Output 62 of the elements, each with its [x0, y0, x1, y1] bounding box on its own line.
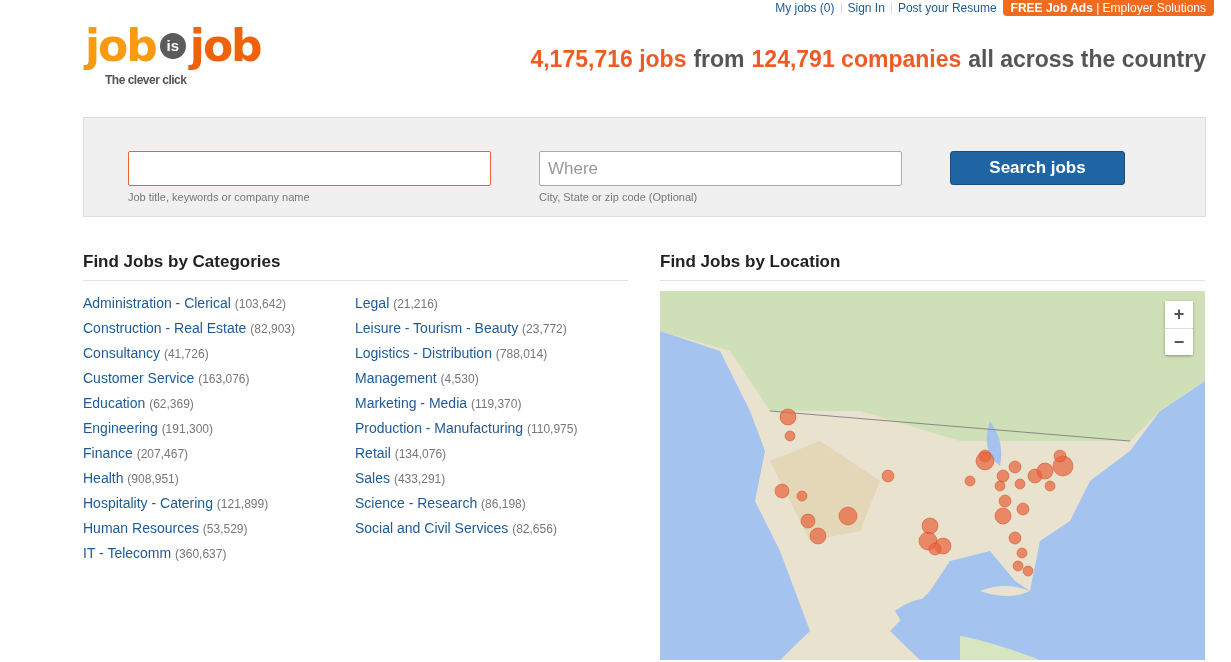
job-count: (103,642)	[234, 297, 287, 311]
job-count: (121,899)	[216, 497, 269, 511]
job-count: (21,216)	[393, 297, 438, 311]
job-count: (82,903)	[250, 322, 295, 336]
category-link[interactable]: Construction - Real Estate	[83, 320, 247, 336]
logo-tagline: The clever click	[105, 74, 188, 87]
category-link[interactable]: Social and Civil Services	[355, 520, 509, 536]
category-link[interactable]: Administration - Clerical	[83, 295, 231, 311]
job-count: (53,529)	[202, 522, 248, 536]
category-link[interactable]: Hospitality - Catering	[83, 495, 213, 511]
field-hint: City, State or zip code (Optional)	[539, 191, 699, 203]
job-count: (119,370)	[470, 397, 522, 411]
category-link[interactable]: Education	[83, 395, 146, 411]
category-link[interactable]: IT - Telecomm	[83, 545, 172, 561]
job-count: (62,369)	[149, 397, 194, 411]
top-link[interactable]: My jobs (0)	[769, 2, 841, 14]
field-hint: Job title, keywords or company name	[128, 191, 311, 203]
category-link[interactable]: Science - Research	[355, 495, 478, 511]
job-count: (191,300)	[161, 422, 213, 436]
job-count: (908,951)	[127, 472, 179, 486]
job-count: (110,975)	[527, 422, 578, 436]
zoom-in-button[interactable]: +	[1165, 301, 1193, 328]
logo-text: job	[187, 19, 262, 73]
headline-text: 4,175,716 jobs	[530, 46, 687, 73]
job-count: (788,014)	[495, 347, 548, 361]
logo-text: job	[83, 19, 157, 73]
keyword-field[interactable]	[128, 151, 491, 186]
category-link[interactable]: Logistics - Distribution	[355, 345, 492, 361]
category-link[interactable]: Engineering	[83, 420, 158, 436]
top-link[interactable]: Sign In	[840, 2, 891, 14]
job-count: (4,530)	[440, 372, 479, 386]
category-link[interactable]: Finance	[83, 445, 133, 461]
job-count: (86,198)	[481, 497, 526, 511]
headline-text: from	[693, 46, 745, 73]
zoom-out-button[interactable]: −	[1165, 328, 1193, 355]
section-title: Find Jobs by Location	[660, 252, 1205, 281]
logo-badge: is	[159, 32, 186, 59]
category-link[interactable]: Leisure - Tourism - Beauty	[355, 320, 519, 336]
job-count: (134,076)	[394, 447, 447, 461]
section-title: Find Jobs by Categories	[83, 252, 628, 281]
search-button[interactable]: Search jobs	[950, 151, 1125, 185]
job-count: (207,467)	[136, 447, 189, 461]
category-link[interactable]: Sales	[355, 470, 391, 486]
headline-text: all across the country	[968, 46, 1206, 73]
category-link[interactable]: Legal	[355, 295, 390, 311]
job-count: (433,291)	[393, 472, 446, 486]
job-count: (23,772)	[522, 322, 567, 336]
job-count: (82,656)	[512, 522, 557, 536]
category-link[interactable]: Production - Manufacturing	[355, 420, 524, 436]
headline-text: 124,791 companies	[751, 46, 962, 73]
category-link[interactable]: Retail	[355, 445, 391, 461]
category-link[interactable]: Customer Service	[83, 370, 195, 386]
category-link[interactable]: Marketing - Media	[355, 395, 468, 411]
job-count: (163,076)	[198, 372, 250, 386]
location-field[interactable]: Where	[539, 151, 902, 186]
job-count: (360,637)	[175, 547, 227, 561]
top-link[interactable]: Post your Resume	[890, 2, 1003, 14]
category-link[interactable]: Human Resources	[83, 520, 199, 536]
job-count: (41,726)	[163, 347, 209, 361]
category-link[interactable]: Consultancy	[83, 345, 161, 361]
category-link[interactable]: Health	[83, 470, 124, 486]
category-link[interactable]: Management	[355, 370, 437, 386]
